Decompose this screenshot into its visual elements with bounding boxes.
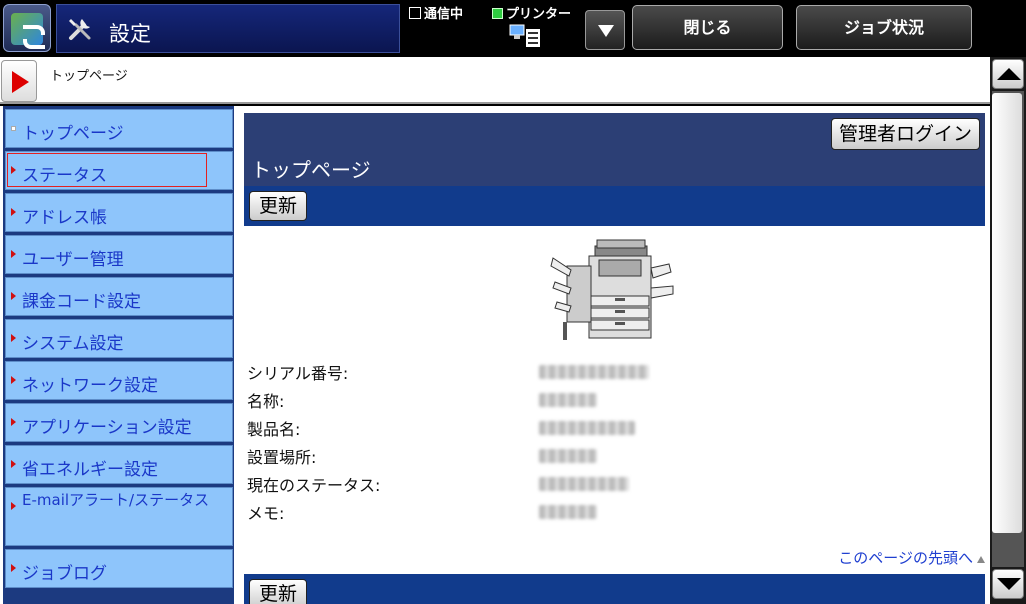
- sidebar-item-application-settings[interactable]: アプリケーション設定: [5, 403, 233, 442]
- job-status-button[interactable]: ジョブ状況: [796, 5, 972, 50]
- sidebar-item-label: ジョブログ: [22, 564, 107, 584]
- admin-login-button[interactable]: 管理者ログイン: [830, 118, 980, 150]
- info-label: 名称:: [247, 392, 285, 411]
- triangle-bullet-icon: [11, 166, 16, 174]
- sidebar-item-label: ネットワーク設定: [22, 376, 158, 396]
- scroll-up-button[interactable]: [992, 59, 1024, 89]
- sidebar-item-label: 省エネルギー設定: [22, 460, 158, 480]
- printer-indicator-icon: [492, 8, 503, 19]
- info-row-current-status: 現在のステータス:: [247, 472, 982, 496]
- triangle-bullet-icon: [11, 564, 16, 572]
- printer-icon: [509, 24, 540, 47]
- redacted-value: [539, 505, 597, 519]
- sidebar-item-network-settings[interactable]: ネットワーク設定: [5, 361, 233, 400]
- redacted-value: [539, 449, 597, 463]
- redacted-value: [539, 393, 597, 407]
- sidebar-item-label: ユーザー管理: [22, 250, 124, 270]
- top-bar: 設定 通信中 プリンター 閉じる ジョブ状況: [0, 0, 1026, 56]
- title-bar: 設定: [56, 4, 400, 53]
- sidebar-item-job-log[interactable]: ジョブログ: [5, 549, 233, 588]
- sidebar-item-energy-saving[interactable]: 省エネルギー設定: [5, 445, 233, 484]
- sidebar-item-label: E-mailアラート/ステータス: [22, 491, 210, 509]
- sidebar-item-label: アプリケーション設定: [22, 418, 192, 438]
- device-screen: 設定 通信中 プリンター 閉じる ジョブ状況 トップページ トップページ ステー…: [0, 0, 1026, 604]
- close-button[interactable]: 閉じる: [632, 5, 783, 50]
- tools-icon: [69, 19, 91, 40]
- sidebar-item-top-page[interactable]: トップページ: [5, 109, 233, 148]
- refresh-button[interactable]: 更新: [249, 191, 307, 221]
- triangle-bullet-icon: [11, 418, 16, 426]
- redacted-value: [539, 421, 635, 435]
- info-label: 製品名:: [247, 420, 301, 439]
- main-panel: 管理者ログイン トップページ 更新 シリアル番号: 名称: 製品名: 設置場所:…: [244, 113, 985, 604]
- triangle-bullet-icon: [11, 250, 16, 258]
- info-row-product-name: 製品名:: [247, 416, 982, 440]
- sidebar-item-status[interactable]: ステータス: [5, 151, 233, 190]
- scroll-down-button[interactable]: [992, 569, 1024, 599]
- info-row-location: 設置場所:: [247, 444, 982, 468]
- browser-content: トップページ ステータス アドレス帳 ユーザー管理 課金コード設定 システム設定: [0, 106, 990, 604]
- comm-status-label: 通信中: [424, 7, 464, 22]
- comm-indicator-icon: [409, 7, 421, 19]
- address-bar: トップページ: [0, 57, 990, 104]
- refresh-bar-bottom: 更新: [244, 574, 985, 604]
- sidebar-item-label: アドレス帳: [22, 208, 107, 228]
- home-button[interactable]: [3, 4, 51, 52]
- info-label: シリアル番号:: [247, 364, 349, 383]
- printer-machine-image: [550, 239, 674, 340]
- page-top-link[interactable]: このページの先頭へ: [838, 547, 985, 568]
- refresh-bar: 更新: [244, 186, 985, 226]
- info-label: 設置場所:: [247, 448, 317, 467]
- breadcrumb: トップページ: [50, 69, 128, 84]
- page-top-link-label: このページの先頭へ: [838, 549, 973, 567]
- sidebar-item-billing-code[interactable]: 課金コード設定: [5, 277, 233, 316]
- dropdown-button[interactable]: [585, 10, 625, 50]
- triangle-bullet-icon: [11, 208, 16, 216]
- vertical-scrollbar[interactable]: [990, 57, 1026, 604]
- info-row-memo: メモ:: [247, 500, 982, 524]
- sidebar-item-address-book[interactable]: アドレス帳: [5, 193, 233, 232]
- sidebar-item-label: ステータス: [22, 166, 107, 186]
- scroll-thumb[interactable]: [992, 93, 1022, 533]
- sidebar-item-user-management[interactable]: ユーザー管理: [5, 235, 233, 274]
- redacted-value: [539, 477, 629, 491]
- triangle-bullet-icon: [11, 334, 16, 342]
- refresh-button-bottom[interactable]: 更新: [249, 579, 307, 604]
- printer-status-label: プリンター: [506, 7, 572, 22]
- redacted-value: [539, 365, 649, 379]
- triangle-bullet-icon: [11, 460, 16, 468]
- info-label: メモ:: [247, 504, 285, 523]
- home-icon: [11, 13, 45, 49]
- page-title: トップページ: [251, 158, 371, 182]
- up-arrow-icon: [977, 556, 985, 563]
- sidebar-item-system-settings[interactable]: システム設定: [5, 319, 233, 358]
- info-label: 現在のステータス:: [247, 476, 381, 495]
- triangle-bullet-icon: [11, 376, 16, 384]
- printer-status: プリンター: [492, 3, 571, 22]
- sidebar-menu: トップページ ステータス アドレス帳 ユーザー管理 課金コード設定 システム設定: [3, 106, 234, 604]
- sidebar-item-label: 課金コード設定: [22, 292, 141, 312]
- triangle-bullet-icon: [11, 292, 16, 300]
- comm-status: 通信中: [409, 3, 463, 22]
- nav-toggle-button[interactable]: [1, 60, 37, 102]
- info-row-serial: シリアル番号:: [247, 360, 982, 384]
- info-row-name: 名称:: [247, 388, 982, 412]
- square-bullet-icon: [11, 126, 16, 131]
- screen-title: 設定: [109, 22, 151, 46]
- page-header: 管理者ログイン トップページ: [244, 113, 985, 186]
- sidebar-item-label: トップページ: [22, 124, 124, 144]
- sidebar-item-label: システム設定: [22, 334, 124, 354]
- triangle-bullet-icon: [11, 502, 16, 510]
- sidebar-item-email-alert[interactable]: E-mailアラート/ステータス: [5, 487, 233, 546]
